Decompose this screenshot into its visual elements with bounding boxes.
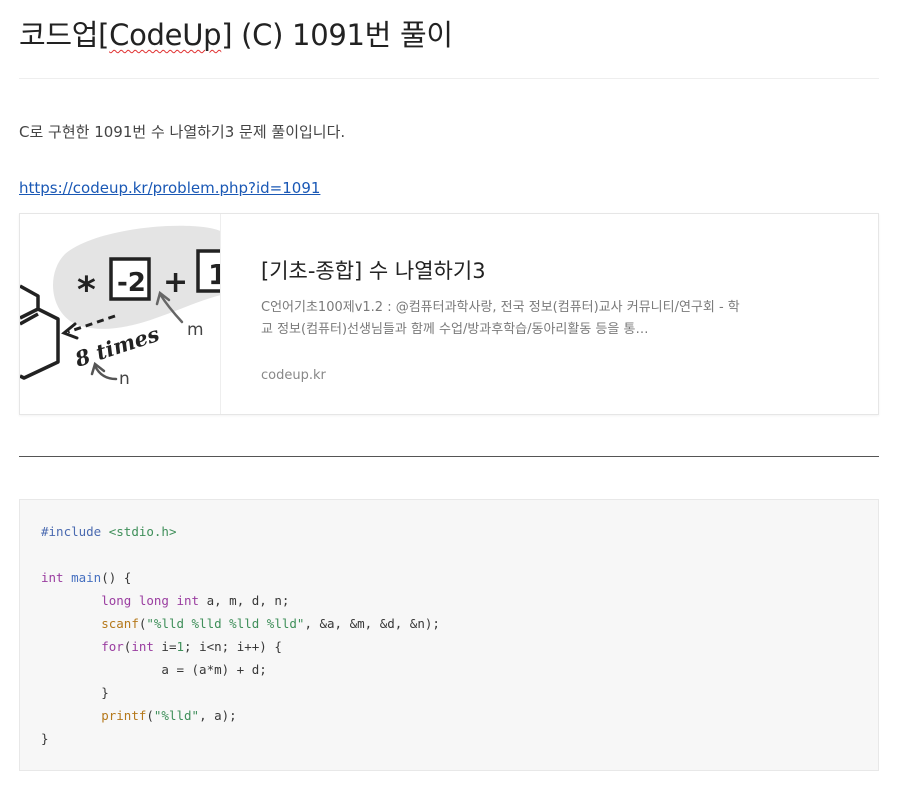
link-preview-title[interactable]: [기초-종합] 수 나열하기3 [261,255,486,285]
thumbnail-times-label: 8 times [71,321,163,372]
code-token-text: a = (a*m) + d; [161,662,267,677]
thumbnail-label-m: m [187,320,204,340]
link-preview-description: C언어기초100제v1.2 : @컴퓨터과학사랑, 전국 정보(컴퓨터)교사 커… [261,300,740,337]
thumbnail-box-icon [20,284,60,380]
content-divider [19,456,879,457]
code-line: for(int i=1; i<n; i++) { [101,639,282,654]
code-token-text: , a); [199,708,237,723]
code-block: #include <stdio.h> int main() { long lon… [19,499,879,771]
code-token-text: a, m, d, n; [199,593,290,608]
post-title: 코드업[CodeUp] (C) 1091번 풀이 [19,12,453,54]
link-preview-card[interactable]: * -2 + 1 8 times m n [기초-종합] 수 나열하기3 C언어… [19,213,879,415]
code-line: #include <stdio.h> [41,524,176,539]
code-token-include-path: <stdio.h> [108,524,177,539]
code-line: printf("%lld", a); [101,708,236,723]
post-title-suffix: ] (C) 1091번 풀이 [221,18,453,52]
title-divider [19,78,879,79]
thumbnail-illustration: * -2 + 1 8 times m n [20,225,220,389]
link-preview-thumbnail: * -2 + 1 8 times m n [20,214,221,414]
thumbnail-plus-symbol: + [163,265,188,300]
code-token-keyword: for [101,639,124,654]
thumbnail-operand-2: 1 [208,258,220,291]
code-token-text: i= [153,639,177,654]
post-intro: C로 구현한 1091번 수 나열하기3 문제 풀이입니다. [19,123,346,141]
link-preview-host: codeup.kr [261,368,326,383]
code-token-keyword: long long int [101,593,200,608]
problem-link[interactable]: https://codeup.kr/problem.php?id=1091 [19,179,320,197]
code-token-number: 1 [176,639,185,654]
post-title-spellcheck-word: CodeUp [109,18,222,52]
code-token-text: } [41,731,49,746]
thumbnail-label-n: n [119,369,130,389]
code-line: } [41,731,49,746]
code-line: a = (a*m) + d; [161,662,266,677]
code-token-text: ( [146,708,154,723]
code-token-builtin: scanf [101,616,139,631]
code-token-keyword: int [41,570,64,585]
code-token-preprocessor: #include [41,524,102,539]
code-token-text: } [101,685,109,700]
code-token-text: ; i<n; i++) { [184,639,282,654]
code-token-function: main [71,570,102,585]
code-listing: #include <stdio.h> int main() { long lon… [41,520,440,750]
code-line: scanf("%lld %lld %lld %lld", &a, &m, &d,… [101,616,440,631]
thumbnail-times-symbol: * [77,270,96,311]
post-title-prefix: 코드업[ [19,18,110,52]
code-line: int main() { [41,570,131,585]
code-token-text: () { [101,570,132,585]
code-token-keyword: int [131,639,154,654]
code-line: long long int a, m, d, n; [101,593,289,608]
code-line: } [101,685,109,700]
code-token-string: "%lld %lld %lld %lld" [146,616,305,631]
code-token-string: "%lld" [153,708,200,723]
thumbnail-operand-1: -2 [117,268,146,298]
code-token-builtin: printf [101,708,147,723]
code-token-text: , &a, &m, &d, &n); [304,616,440,631]
